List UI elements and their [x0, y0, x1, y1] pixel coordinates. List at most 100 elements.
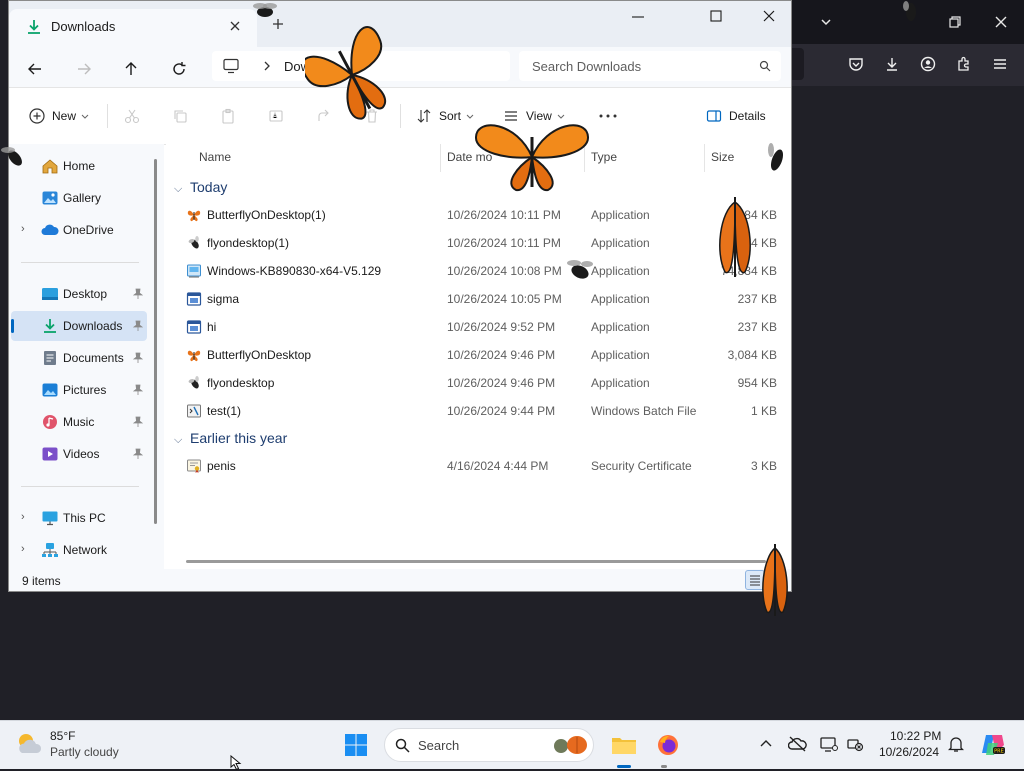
column-header-name[interactable]: Name	[199, 150, 231, 164]
pin-icon[interactable]	[133, 288, 143, 300]
sidebar-item-network[interactable]: › Network	[11, 535, 147, 565]
delete-button[interactable]	[364, 104, 380, 128]
weather-widget[interactable]	[14, 729, 44, 759]
browser-url-bar[interactable]	[792, 48, 804, 80]
search-icon	[395, 738, 410, 753]
details-pane-button[interactable]: Details	[706, 104, 766, 128]
view-button[interactable]: View	[503, 104, 566, 128]
column-header-date[interactable]: Date mo	[447, 150, 492, 164]
copy-button[interactable]	[172, 104, 188, 128]
refresh-button[interactable]	[165, 55, 193, 83]
sidebar-item-label: Pictures	[63, 383, 107, 397]
sidebar-item-videos[interactable]: Videos	[11, 439, 147, 469]
pin-icon[interactable]	[133, 448, 143, 460]
close-tab-icon[interactable]	[229, 20, 241, 32]
details-view-button[interactable]	[745, 570, 765, 590]
group-header-earlier-this-year[interactable]: ⌵ Earlier this year	[174, 430, 287, 447]
breadcrumb[interactable]: Downl	[284, 59, 320, 74]
pin-icon[interactable]	[133, 416, 143, 428]
sidebar-item-music[interactable]: Music	[11, 407, 147, 437]
taskbar-search[interactable]: Search	[384, 728, 594, 762]
file-row[interactable]: ButterflyOnDesktop 10/26/2024 9:46 PM Ap…	[166, 341, 791, 369]
network-tray-icon[interactable]	[844, 733, 866, 755]
sidebar-divider	[21, 262, 139, 263]
column-header-size[interactable]: Size	[711, 150, 734, 164]
up-button[interactable]	[117, 55, 145, 83]
close-icon[interactable]	[989, 10, 1013, 34]
file-row[interactable]: Windows-KB890830-x64-V5.129 10/26/2024 1…	[166, 257, 791, 285]
paste-button[interactable]	[220, 104, 236, 128]
sidebar-item-home[interactable]: Home	[11, 151, 147, 181]
pin-icon[interactable]	[133, 320, 143, 332]
chevron-right-icon[interactable]: ›	[21, 543, 25, 555]
cut-button[interactable]	[124, 104, 140, 128]
clock-date[interactable]: 10/26/2024	[879, 745, 939, 759]
column-separator[interactable]	[440, 144, 441, 172]
clock-time[interactable]: 10:22 PM	[890, 729, 941, 743]
sidebar-item-onedrive[interactable]: › OneDrive	[11, 215, 147, 245]
minimize-button[interactable]	[623, 9, 653, 25]
file-row[interactable]: ButterflyOnDesktop(1) 10/26/2024 10:11 P…	[166, 201, 791, 229]
file-row[interactable]: test(1) 10/26/2024 9:44 PM Windows Batch…	[166, 397, 791, 425]
forward-button[interactable]	[70, 55, 98, 83]
sort-button[interactable]: Sort	[416, 104, 475, 128]
more-options-button[interactable]	[598, 104, 618, 128]
display-tray-icon[interactable]	[818, 733, 840, 755]
share-button[interactable]	[316, 104, 332, 128]
pin-icon[interactable]	[133, 384, 143, 396]
monitor-icon	[222, 58, 240, 74]
start-button[interactable]	[340, 729, 372, 761]
restore-icon[interactable]	[943, 10, 967, 34]
navigation-bar: Downl Search Downloads	[9, 47, 791, 88]
chevron-right-icon[interactable]: ›	[21, 223, 25, 235]
sidebar-item-label: Gallery	[63, 191, 102, 205]
chevron-down-icon[interactable]	[814, 10, 838, 34]
column-header-type[interactable]: Type	[591, 150, 617, 164]
onedrive-tray-icon[interactable]	[787, 733, 809, 755]
thumbnails-view-button[interactable]	[722, 570, 742, 590]
close-window-button[interactable]	[762, 9, 776, 23]
search-box[interactable]: Search Downloads	[519, 51, 781, 81]
file-explorer-taskbar-button[interactable]	[608, 729, 640, 761]
notifications-button[interactable]	[945, 733, 967, 755]
horizontal-scrollbar[interactable]	[186, 560, 766, 563]
file-row[interactable]: flyondesktop(1) 10/26/2024 10:11 PM Appl…	[166, 229, 791, 257]
extensions-icon[interactable]	[952, 52, 976, 76]
sidebar-item-desktop[interactable]: Desktop	[11, 279, 147, 309]
file-row[interactable]: penis 4/16/2024 4:44 PM Security Certifi…	[166, 452, 791, 480]
download-icon[interactable]	[880, 52, 904, 76]
new-button[interactable]: New	[29, 104, 90, 128]
file-row[interactable]: hi 10/26/2024 9:52 PM Application 237 KB	[166, 313, 791, 341]
column-separator[interactable]	[584, 144, 585, 172]
column-separator[interactable]	[704, 144, 705, 172]
group-header-today[interactable]: ⌵ Today	[174, 179, 227, 196]
file-row[interactable]: sigma 10/26/2024 10:05 PM Application 23…	[166, 285, 791, 313]
tab-downloads[interactable]: Downloads	[9, 9, 257, 47]
file-date: 10/26/2024 10:11 PM	[447, 236, 561, 250]
rename-button[interactable]	[268, 104, 284, 128]
menu-icon[interactable]	[988, 52, 1012, 76]
address-bar[interactable]: Downl	[212, 51, 510, 81]
new-tab-icon[interactable]	[272, 18, 284, 30]
file-type: Application	[591, 264, 650, 278]
copy-icon	[174, 110, 187, 123]
pin-icon[interactable]	[133, 352, 143, 364]
sidebar-scrollbar[interactable]	[154, 159, 157, 524]
sidebar-item-documents[interactable]: Documents	[11, 343, 147, 373]
maximize-button[interactable]	[709, 9, 723, 23]
account-icon[interactable]	[916, 52, 940, 76]
sidebar-item-downloads[interactable]: Downloads	[11, 311, 147, 341]
file-row[interactable]: flyondesktop 10/26/2024 9:46 PM Applicat…	[166, 369, 791, 397]
firefox-taskbar-button[interactable]	[652, 729, 684, 761]
view-label: View	[526, 109, 552, 123]
back-button[interactable]	[21, 55, 49, 83]
sidebar-item-pictures[interactable]: Pictures	[11, 375, 147, 405]
pocket-icon[interactable]	[844, 52, 868, 76]
show-hidden-icons-button[interactable]	[755, 733, 777, 755]
chevron-right-icon[interactable]: ›	[21, 511, 25, 523]
file-name: hi	[207, 320, 217, 334]
sidebar-item-this-pc[interactable]: › This PC	[11, 503, 147, 533]
sidebar-item-gallery[interactable]: Gallery	[11, 183, 147, 213]
chevron-right-icon[interactable]	[262, 60, 272, 72]
copilot-button[interactable]: PRE	[980, 731, 1006, 757]
